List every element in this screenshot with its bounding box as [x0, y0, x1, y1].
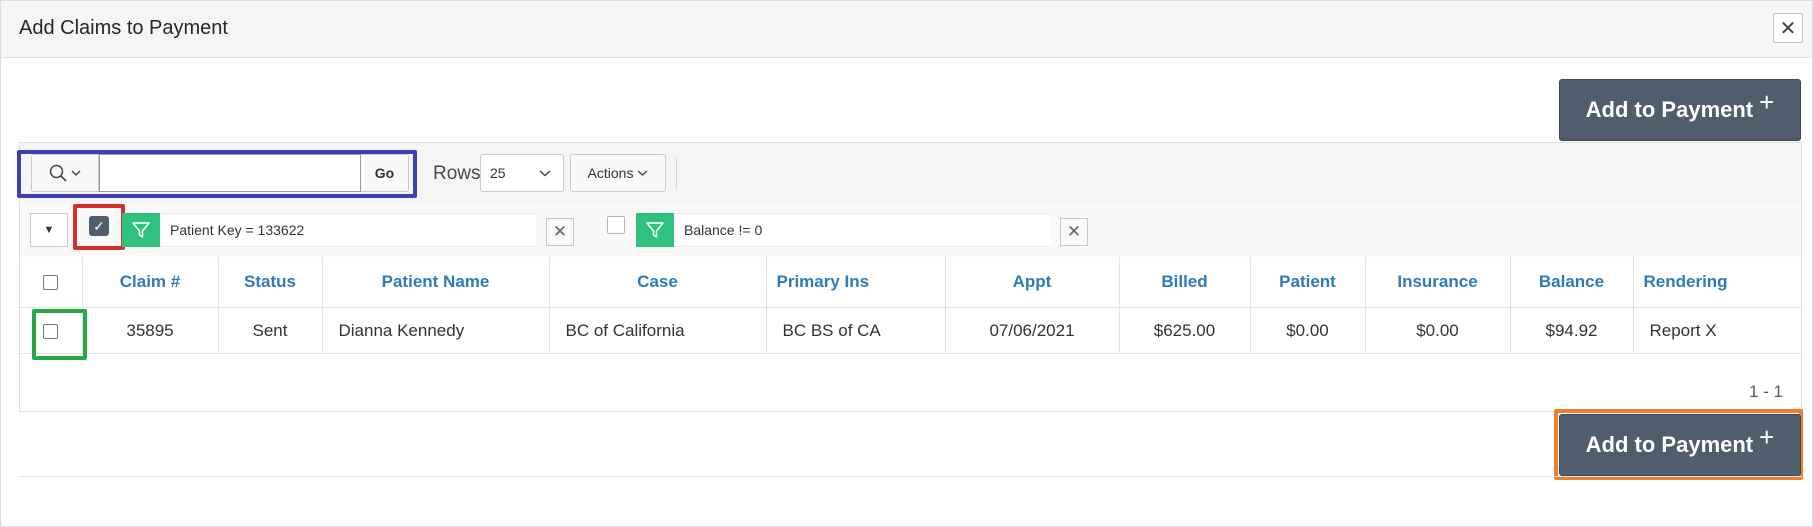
close-button[interactable]: ✕ — [1773, 13, 1803, 43]
rows-label: Rows — [433, 163, 481, 184]
table-cell: $0.00 — [1250, 307, 1366, 354]
column-header[interactable]: Billed — [1119, 257, 1251, 308]
rows-per-page-select[interactable]: 25 — [480, 154, 564, 192]
toolbar-divider — [676, 157, 677, 189]
select-all-header — [20, 257, 83, 308]
filter-2-text[interactable]: Balance != 0 — [674, 213, 1050, 247]
column-header[interactable]: Balance — [1510, 257, 1634, 308]
filter-bar: ▼ ✓ Patient Key = 133622 ✕ Balance != 0 … — [20, 203, 1801, 258]
column-header[interactable]: Primary Ins — [766, 257, 946, 308]
add-to-payment-label: Add to Payment — [1585, 432, 1754, 457]
plus-icon: + — [1759, 421, 1775, 452]
highlight-row-checkbox-frame — [32, 309, 87, 360]
dialog-titlebar: Add Claims to Payment ✕ — [1, 1, 1812, 58]
add-to-payment-button-bottom[interactable]: Add to Payment + — [1559, 414, 1801, 476]
claims-report: Go Rows 25 Actions ▼ ✓ Patient Key = 133… — [17, 142, 1802, 412]
chevron-down-icon — [638, 170, 648, 176]
filter-icon — [646, 222, 664, 238]
report-toolbar: Go Rows 25 Actions — [17, 143, 1801, 204]
actions-menu-button[interactable]: Actions — [570, 154, 666, 192]
add-to-payment-label: Add to Payment — [1585, 97, 1754, 122]
column-header[interactable]: Rendering — [1633, 257, 1801, 308]
column-header[interactable]: Patient — [1250, 257, 1366, 308]
table-row: 35895 Sent Dianna Kennedy BC of Californ… — [20, 307, 1801, 354]
close-icon: ✕ — [552, 222, 568, 241]
footer-divider — [19, 476, 1802, 477]
claims-table: Claim # Status Patient Name Case Primary… — [20, 257, 1801, 354]
add-to-payment-button-top[interactable]: Add to Payment + — [1559, 79, 1801, 141]
column-header[interactable]: Insurance — [1365, 257, 1511, 308]
filter-2-remove-button[interactable]: ✕ — [1060, 218, 1088, 246]
rows-value: 25 — [490, 165, 506, 181]
table-cell: $0.00 — [1365, 307, 1511, 354]
highlight-filter-checkbox-frame — [73, 204, 125, 250]
table-cell: Sent — [218, 307, 323, 354]
table-cell: BC of California — [549, 307, 767, 354]
table-cell: Dianna Kennedy — [322, 307, 550, 354]
filter-1-text[interactable]: Patient Key = 133622 — [160, 213, 536, 247]
filter-icon — [132, 222, 150, 238]
collapse-filters-button[interactable]: ▼ — [30, 213, 68, 247]
table-cell: Report X — [1633, 307, 1801, 354]
table-cell: 35895 — [82, 307, 219, 354]
dialog-title: Add Claims to Payment — [19, 17, 228, 39]
chevron-down-icon — [539, 170, 551, 177]
highlight-search-frame — [17, 150, 417, 198]
caret-down-icon: ▼ — [43, 224, 55, 236]
column-header[interactable]: Status — [218, 257, 323, 308]
plus-icon: + — [1759, 86, 1775, 117]
table-cell: $625.00 — [1119, 307, 1251, 354]
column-header[interactable]: Appt — [945, 257, 1120, 308]
actions-label: Actions — [587, 165, 634, 181]
close-icon: ✕ — [1779, 17, 1797, 40]
column-header[interactable]: Patient Name — [322, 257, 550, 308]
filter-1-icon-box — [122, 213, 160, 247]
filter-2-icon-box — [636, 213, 674, 247]
select-all-checkbox[interactable] — [43, 275, 59, 291]
close-icon: ✕ — [1066, 222, 1082, 241]
filter-2-enable-checkbox[interactable] — [607, 216, 625, 234]
add-claims-dialog: Add Claims to Payment ✕ Add to Payment + — [0, 0, 1813, 527]
column-header[interactable]: Claim # — [82, 257, 219, 308]
column-header[interactable]: Case — [549, 257, 767, 308]
filter-1-remove-button[interactable]: ✕ — [546, 218, 574, 246]
table-cell: 07/06/2021 — [945, 307, 1120, 354]
table-cell: $94.92 — [1510, 307, 1634, 354]
table-header-row: Claim # Status Patient Name Case Primary… — [20, 257, 1801, 308]
table-cell: BC BS of CA — [766, 307, 946, 354]
pagination-range: 1 - 1 — [1748, 382, 1783, 401]
